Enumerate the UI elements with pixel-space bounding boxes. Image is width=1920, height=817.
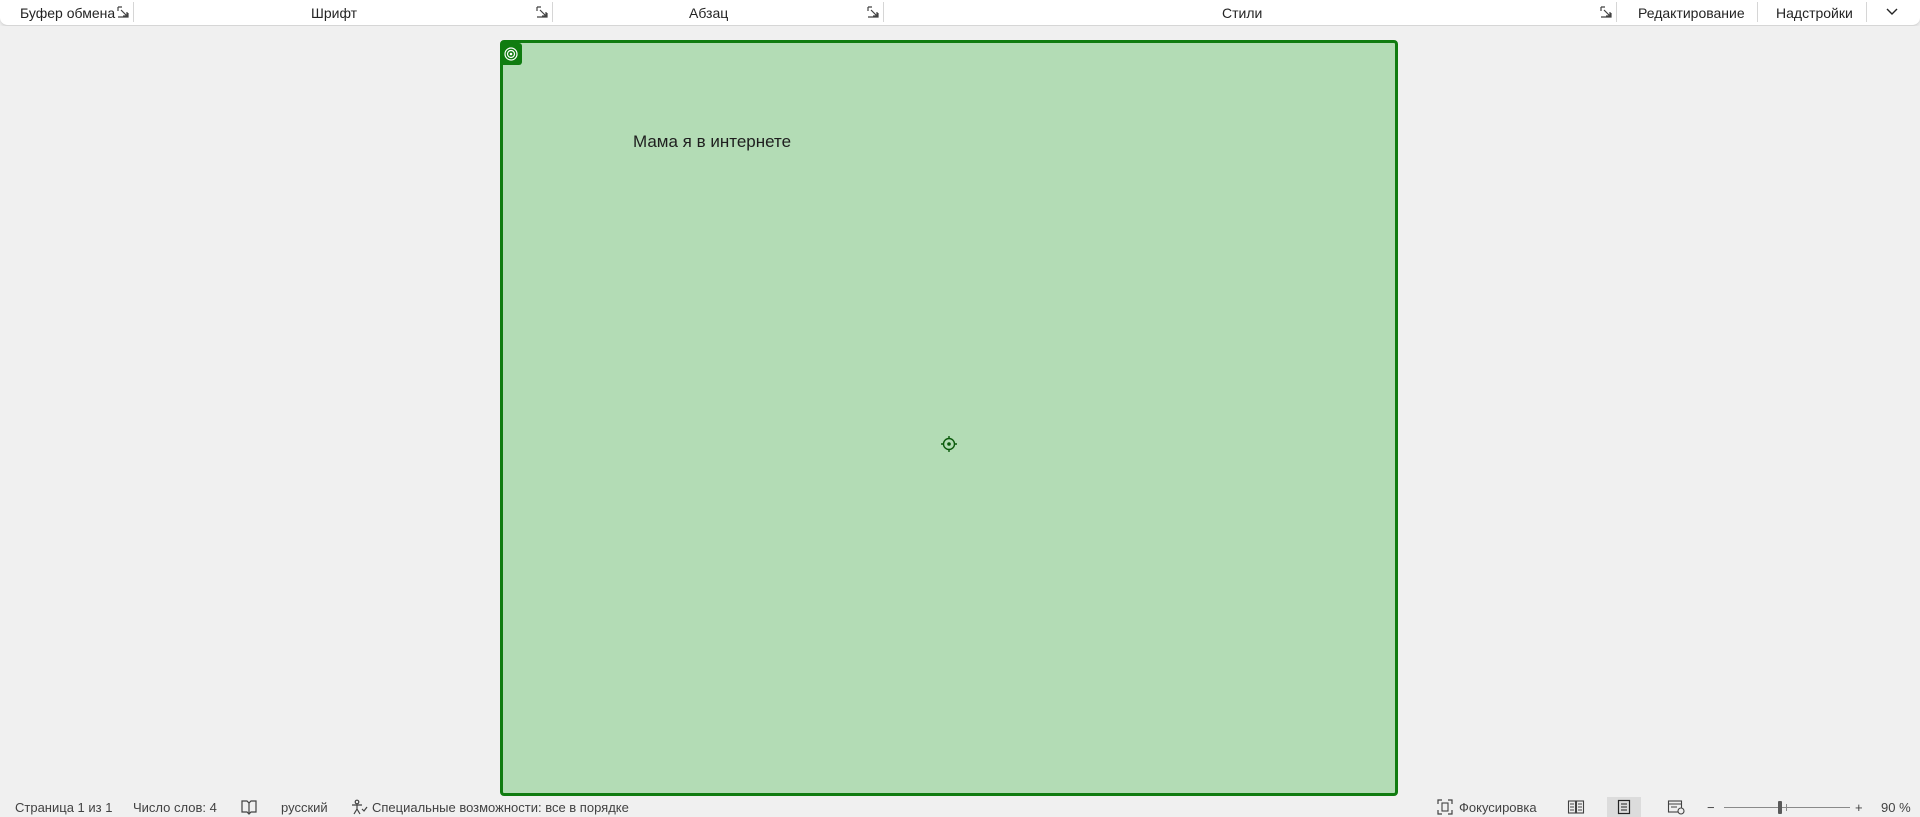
paragraph-dialog-launcher-icon[interactable] — [867, 6, 879, 18]
ribbon-separator — [1866, 2, 1867, 22]
read-mode-button[interactable] — [1559, 797, 1593, 817]
collapse-ribbon-button[interactable] — [1878, 2, 1906, 22]
focus-mode-button[interactable]: Фокусировка — [1459, 800, 1537, 815]
web-layout-icon — [1667, 800, 1685, 815]
clipboard-dialog-launcher-icon[interactable] — [117, 6, 129, 18]
document-canvas: Мама я в интернете — [0, 26, 1920, 796]
language[interactable]: русский — [281, 800, 328, 815]
group-label-paragraph: Абзац — [689, 5, 729, 21]
zoom-in-button[interactable]: + — [1855, 800, 1863, 815]
word-count[interactable]: Число слов: 4 — [133, 800, 217, 815]
web-layout-button[interactable] — [1659, 797, 1693, 817]
ribbon-separator — [883, 2, 884, 22]
zoom-level[interactable]: 90 % — [1881, 800, 1911, 815]
ribbon-separator — [1757, 2, 1758, 22]
zoom-center-tick — [1786, 804, 1787, 811]
group-label-editing: Редактирование — [1638, 5, 1745, 21]
ribbon-separator — [552, 2, 553, 22]
styles-dialog-launcher-icon[interactable] — [1600, 6, 1612, 18]
move-handle[interactable] — [941, 436, 957, 452]
chevron-down-icon — [1886, 8, 1898, 15]
page-count[interactable]: Страница 1 из 1 — [15, 800, 112, 815]
ribbon-separator — [1616, 2, 1617, 22]
ribbon-separator — [133, 2, 134, 22]
font-dialog-launcher-icon[interactable] — [536, 6, 548, 18]
accessibility-status[interactable]: Специальные возможности: все в порядке — [372, 800, 629, 815]
print-layout-icon — [1617, 799, 1631, 815]
group-label-font: Шрифт — [311, 5, 358, 21]
group-label-styles: Стили — [1222, 5, 1263, 21]
zoom-slider-thumb[interactable] — [1778, 801, 1782, 814]
ribbon-group-labels: Буфер обмена Шрифт Абзац Стили Редактиро… — [0, 0, 1920, 26]
spelling-book-icon[interactable] — [240, 798, 258, 816]
read-mode-icon — [1567, 800, 1585, 814]
focus-icon[interactable] — [1436, 798, 1454, 816]
document-page[interactable]: Мама я в интернете — [500, 40, 1398, 796]
layout-options-badge[interactable] — [500, 43, 522, 65]
zoom-out-button[interactable]: − — [1707, 800, 1715, 815]
print-layout-button[interactable] — [1607, 797, 1641, 817]
accessibility-icon[interactable] — [350, 798, 368, 816]
crosshair-icon — [941, 436, 957, 452]
page-text[interactable]: Мама я в интернете — [633, 132, 791, 152]
status-bar: Страница 1 из 1 Число слов: 4 русский Сп… — [0, 797, 1920, 817]
zoom-slider[interactable] — [1724, 807, 1850, 808]
target-icon — [504, 47, 518, 61]
group-label-addins: Надстройки — [1776, 5, 1853, 21]
group-label-clipboard: Буфер обмена — [20, 5, 116, 21]
word-window: Буфер обмена Шрифт Абзац Стили Редактиро… — [0, 0, 1920, 817]
